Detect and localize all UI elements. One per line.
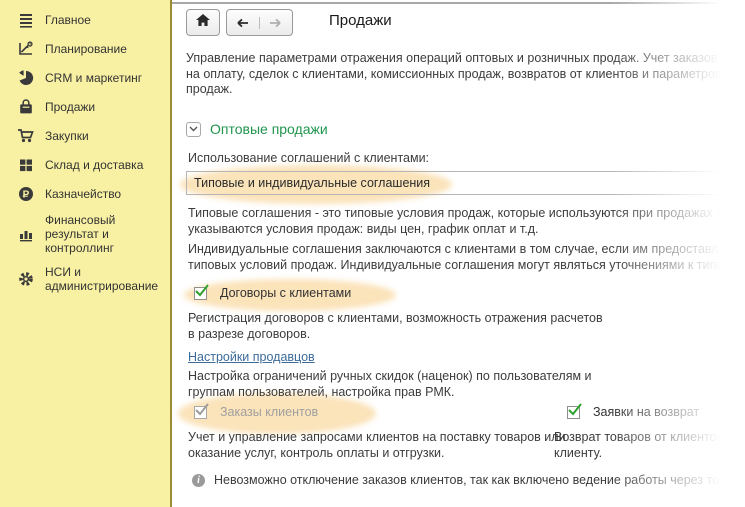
sidebar-item-sales[interactable]: Продажи xyxy=(0,97,170,116)
intro-line: Управление параметрами отражения операци… xyxy=(186,51,745,67)
sidebar-item-main[interactable]: Главное xyxy=(0,10,170,29)
treasury-icon: P xyxy=(17,185,34,202)
info-icon: i xyxy=(192,474,205,487)
svg-text:P: P xyxy=(22,189,29,200)
sellers-desc: Настройка ограничений ручных скидок (нац… xyxy=(188,369,592,400)
planning-icon xyxy=(17,40,34,57)
intro-line: на оплату, сделок с клиентами, комиссион… xyxy=(186,67,745,83)
home-button[interactable] xyxy=(186,9,220,36)
sidebar-item-label: Казначейство xyxy=(45,187,121,201)
sidebar-item-admin[interactable]: НСИ и администрирование xyxy=(0,265,170,293)
sidebar-item-finance[interactable]: Финансовый результат и контроллинг xyxy=(0,213,170,255)
orders-checkbox[interactable]: Заказы клиентов xyxy=(194,405,318,419)
desc-line: указываются условия продаж: виды цен, гр… xyxy=(188,222,745,238)
cart-icon xyxy=(17,127,34,144)
checkmark-icon xyxy=(194,402,210,417)
returns-checkbox[interactable]: Заявки на возврат xyxy=(567,405,699,419)
returns-desc: Возврат товаров от клиентов клиенту. xyxy=(554,430,723,461)
forward-arrow-icon xyxy=(268,17,283,29)
checkbox-box[interactable] xyxy=(194,406,207,419)
sidebar-item-label: Закупки xyxy=(45,129,89,143)
typical-agreements-desc: Типовые соглашения - это типовые условия… xyxy=(188,206,745,237)
desc-line: группам пользователей, настройка прав РМ… xyxy=(188,385,592,401)
desc-line: Индивидуальные соглашения заключаются с … xyxy=(188,242,745,258)
wholesale-section-header: Оптовые продажи xyxy=(186,121,328,137)
info-note-text: Невозможно отключение заказов клиентов, … xyxy=(214,473,745,489)
desc-line: Настройка ограничений ручных скидок (нац… xyxy=(188,369,592,385)
sidebar-item-label: НСИ и администрирование xyxy=(45,265,164,293)
gear-icon xyxy=(17,271,34,288)
page-title: Продажи xyxy=(329,12,392,29)
history-nav-group xyxy=(226,9,293,36)
agreements-select[interactable]: Типовые и индивидуальные соглашения xyxy=(186,171,745,195)
sidebar-item-planning[interactable]: Планирование xyxy=(0,39,170,58)
intro-line: продаж. xyxy=(186,82,745,98)
forward-button[interactable] xyxy=(260,17,293,29)
desc-line: Возврат товаров от клиентов xyxy=(554,430,723,446)
warehouse-icon xyxy=(17,156,34,173)
intro-paragraph: Управление параметрами отражения операци… xyxy=(186,51,745,98)
main-sidebar: Главное Планирование CRM и маркетинг xyxy=(0,0,170,507)
agreements-label: Использование соглашений с клиентами: xyxy=(188,151,429,165)
checkbox-box[interactable] xyxy=(194,287,207,300)
section-title[interactable]: Оптовые продажи xyxy=(210,121,328,137)
sidebar-item-crm[interactable]: CRM и маркетинг xyxy=(0,68,170,87)
agreements-selected-value: Типовые и индивидуальные соглашения xyxy=(194,176,430,190)
sidebar-item-label: Планирование xyxy=(45,42,127,56)
checkmark-icon xyxy=(194,283,210,298)
collapse-section-button[interactable] xyxy=(186,122,201,137)
finance-chart-icon xyxy=(17,226,34,243)
checkbox-box[interactable] xyxy=(567,406,580,419)
checkbox-label: Заявки на возврат xyxy=(593,405,699,419)
sidebar-item-label: Главное xyxy=(45,13,91,27)
menu-icon xyxy=(17,11,34,28)
sales-bag-icon xyxy=(17,98,34,115)
content-top-divider xyxy=(172,2,745,4)
app-window: Главное Планирование CRM и маркетинг xyxy=(0,0,745,507)
info-note: i Невозможно отключение заказов клиентов… xyxy=(192,473,745,489)
sidebar-item-label: Финансовый результат и контроллинг xyxy=(45,213,164,255)
sellers-settings-link[interactable]: Настройки продавцов xyxy=(188,350,315,364)
contracts-desc: Регистрация договоров с клиентами, возмо… xyxy=(188,311,603,342)
individual-agreements-desc: Индивидуальные соглашения заключаются с … xyxy=(188,242,745,273)
content-area: Продажи Управление параметрами отражения… xyxy=(172,0,745,507)
back-button[interactable] xyxy=(227,17,260,29)
orders-desc: Учет и управление запросами клиентов на … xyxy=(188,430,566,461)
desc-line: клиенту. xyxy=(554,446,723,462)
contracts-checkbox[interactable]: Договоры с клиентами xyxy=(194,286,351,300)
crm-icon xyxy=(17,69,34,86)
sidebar-item-label: Продажи xyxy=(45,100,95,114)
chevron-down-icon xyxy=(189,126,198,132)
back-arrow-icon xyxy=(235,17,250,29)
checkbox-label: Заказы клиентов xyxy=(220,405,318,419)
desc-line: Регистрация договоров с клиентами, возмо… xyxy=(188,311,603,327)
desc-line: оказание услуг, контроль оплаты и отгруз… xyxy=(188,446,566,462)
desc-line: типовых условий продаж. Индивидуальные с… xyxy=(188,258,745,274)
checkmark-icon xyxy=(567,402,583,417)
checkbox-label: Договоры с клиентами xyxy=(220,286,351,300)
sidebar-item-label: Склад и доставка xyxy=(45,158,143,172)
sidebar-item-warehouse[interactable]: Склад и доставка xyxy=(0,155,170,174)
sidebar-item-label: CRM и маркетинг xyxy=(45,71,142,85)
home-icon xyxy=(195,13,211,32)
desc-line: в разрезе договоров. xyxy=(188,327,603,343)
desc-line: Учет и управление запросами клиентов на … xyxy=(188,430,566,446)
desc-line: Типовые соглашения - это типовые условия… xyxy=(188,206,745,222)
sidebar-item-purchases[interactable]: Закупки xyxy=(0,126,170,145)
sidebar-item-treasury[interactable]: P Казначейство xyxy=(0,184,170,203)
